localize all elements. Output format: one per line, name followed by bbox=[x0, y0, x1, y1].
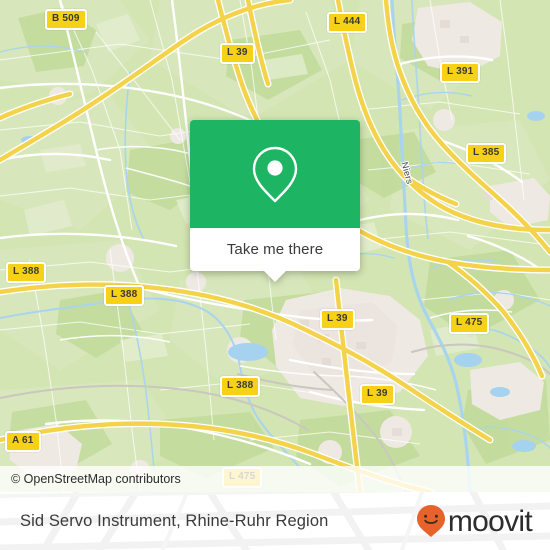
map-screenshot-root: B 509 L 39 L 444 L 391 L 385 L 388 L 388 L 39 L … bbox=[0, 0, 550, 550]
road-shield: L 39 bbox=[220, 43, 255, 64]
footer-bar: Sid Servo Instrument, Rhine-Ruhr Region … bbox=[0, 492, 550, 550]
road-shield: A 61 bbox=[5, 431, 41, 452]
map-attribution-bar: © OpenStreetMap contributors bbox=[0, 466, 550, 492]
road-shield: L 475 bbox=[449, 313, 490, 334]
road-shield: L 391 bbox=[440, 62, 481, 83]
popup-tail bbox=[264, 271, 286, 282]
map-canvas[interactable]: B 509 L 39 L 444 L 391 L 385 L 388 L 388 L 39 L … bbox=[0, 0, 550, 492]
road-shield: L 385 bbox=[466, 143, 507, 164]
road-shield: L 39 bbox=[320, 309, 355, 330]
moovit-wordmark: moovit bbox=[447, 505, 533, 538]
page-title: Sid Servo Instrument, Rhine-Ruhr Region bbox=[20, 511, 329, 530]
road-shield: L 39 bbox=[360, 384, 395, 405]
road-shield: L 388 bbox=[104, 285, 145, 306]
take-me-there-label: Take me there bbox=[226, 241, 324, 258]
road-shield: L 388 bbox=[220, 376, 261, 397]
road-shield: B 509 bbox=[45, 9, 87, 30]
moovit-brand[interactable]: moovit bbox=[416, 492, 533, 550]
osm-attribution-text[interactable]: © OpenStreetMap contributors bbox=[11, 472, 181, 486]
popup-icon-area bbox=[190, 120, 360, 228]
popup-action-area[interactable]: Take me there bbox=[190, 228, 360, 282]
moovit-pin-smiley-icon bbox=[416, 505, 445, 537]
road-shield: L 444 bbox=[327, 12, 368, 33]
road-shield: L 388 bbox=[6, 262, 47, 283]
map-pin-icon bbox=[252, 146, 298, 203]
location-popup-card[interactable]: Take me there bbox=[190, 120, 360, 282]
